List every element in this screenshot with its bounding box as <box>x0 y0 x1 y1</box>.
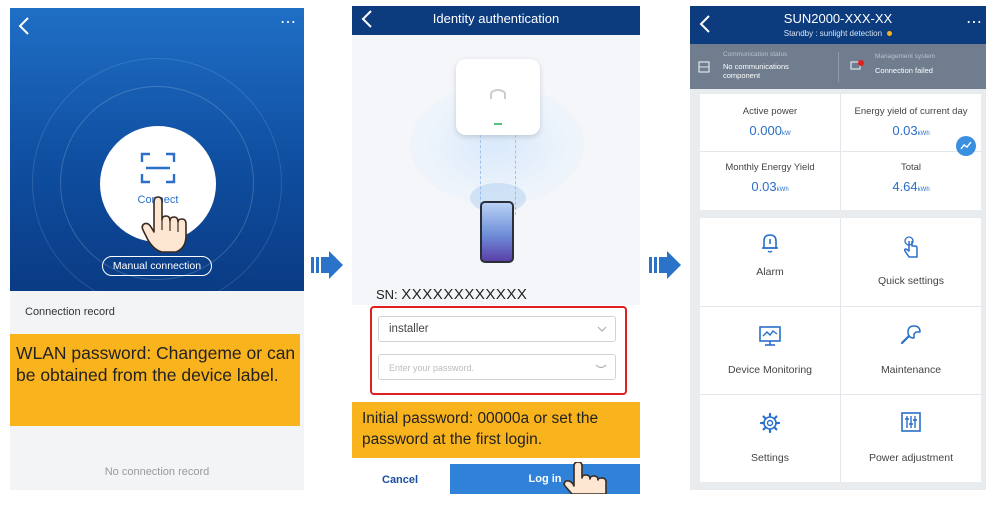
logo-mark <box>490 89 506 99</box>
identity-authentication-screen: Identity authentication SN: XXXXXXXXXXXX… <box>352 6 640 494</box>
login-button[interactable]: Log in <box>450 464 640 494</box>
menu-item-device-monitoring[interactable]: Device Monitoring <box>700 307 840 395</box>
flow-arrow-icon <box>649 251 681 279</box>
bell-icon <box>762 234 778 253</box>
divider <box>700 151 981 152</box>
sn-value: XXXXXXXXXXXX <box>401 286 528 303</box>
username-select[interactable]: installer <box>378 316 616 342</box>
password-placeholder: Enter your password. <box>389 363 475 373</box>
menu-item-quick-settings[interactable]: Quick settings <box>841 218 981 306</box>
manual-connection-button[interactable]: Manual connection <box>102 256 212 276</box>
hide-password-icon[interactable] <box>595 364 607 370</box>
mgmt-system-label: Management system <box>875 53 936 60</box>
communication-icon <box>698 61 710 73</box>
metric-value: 4.64kWh <box>892 179 930 194</box>
more-menu-icon[interactable]: ⋯ <box>280 12 296 32</box>
mgmt-system-value: Connection failed <box>875 66 933 75</box>
menu-item-label: Device Monitoring <box>727 364 813 376</box>
gear-icon <box>759 412 781 434</box>
trend-chart-button[interactable] <box>956 136 976 156</box>
menu-item-label: Maintenance <box>880 364 942 376</box>
comm-status-label: Communication status <box>723 51 788 58</box>
menu-item-settings[interactable]: Settings <box>700 395 840 482</box>
metric-value: 0.03kWh <box>751 179 789 194</box>
page-title: Identity authentication <box>432 11 560 26</box>
device-subtitle: Standby : sunlight detection <box>690 29 986 38</box>
status-strip: Communication status No communications c… <box>690 44 986 89</box>
tap-hand-icon <box>563 462 607 494</box>
device-title: SUN2000-XXX-XX <box>783 11 893 26</box>
cancel-button[interactable]: Cancel <box>382 474 418 486</box>
more-menu-icon[interactable]: ⋯ <box>966 12 982 32</box>
function-menu-grid: Alarm Quick settings Device Monitoring M… <box>700 218 981 482</box>
menu-item-label: Settings <box>751 452 789 464</box>
metric-label: Total <box>900 162 922 173</box>
sliders-icon <box>901 412 921 432</box>
wrench-icon <box>900 325 921 345</box>
serial-number: SN: XXXXXXXXXXXX <box>376 286 527 303</box>
menu-item-power-adjustment[interactable]: Power adjustment <box>841 395 981 482</box>
comm-status-value: No communications component <box>723 62 789 80</box>
back-arrow-icon[interactable] <box>16 16 32 36</box>
metric-value: 0.03kWh <box>892 123 930 138</box>
flow-arrow-icon <box>311 251 343 279</box>
energy-metrics-panel: Active power 0.000kW Energy yield of cur… <box>700 94 981 210</box>
device-status-text: Standby : sunlight detection <box>783 29 883 38</box>
menu-item-label: Power adjustment <box>868 452 954 464</box>
device-home-screen: SUN2000-XXX-XX Standby : sunlight detect… <box>690 6 986 490</box>
connect-screen: ⋯ Connect Manual connection Connection r… <box>10 8 304 490</box>
wlan-password-note: WLAN password: Changeme or can be obtain… <box>10 334 300 426</box>
standby-dot <box>887 31 893 36</box>
divider <box>838 52 839 82</box>
router-device-icon <box>456 59 540 135</box>
menu-item-alarm[interactable]: Alarm <box>700 218 840 306</box>
menu-item-maintenance[interactable]: Maintenance <box>841 307 981 395</box>
sn-label: SN: <box>376 287 398 302</box>
status-led <box>494 123 502 125</box>
connection-record-heading: Connection record <box>25 306 115 318</box>
metric-label: Active power <box>742 106 798 117</box>
username-value: installer <box>389 323 429 335</box>
phone-device-icon <box>480 201 514 263</box>
menu-item-label: Alarm <box>756 266 784 278</box>
hand-touch-icon <box>903 236 918 258</box>
no-connection-record-text: No connection record <box>104 466 210 478</box>
metric-label: Monthly Energy Yield <box>725 162 815 173</box>
initial-password-note: Initial password: 00000a or set the pass… <box>352 402 640 458</box>
metric-value: 0.000kW <box>749 123 791 138</box>
password-field[interactable]: Enter your password. <box>378 354 616 380</box>
tap-hand-icon <box>141 196 187 253</box>
scan-icon <box>140 152 176 184</box>
monitor-icon <box>759 326 781 346</box>
illustration-area <box>352 35 640 305</box>
menu-item-label: Quick settings <box>878 275 944 287</box>
chevron-down-icon <box>597 326 607 332</box>
trend-chart-icon <box>960 141 972 150</box>
management-system-icon <box>850 60 864 70</box>
metric-label: Energy yield of current day <box>854 106 968 117</box>
